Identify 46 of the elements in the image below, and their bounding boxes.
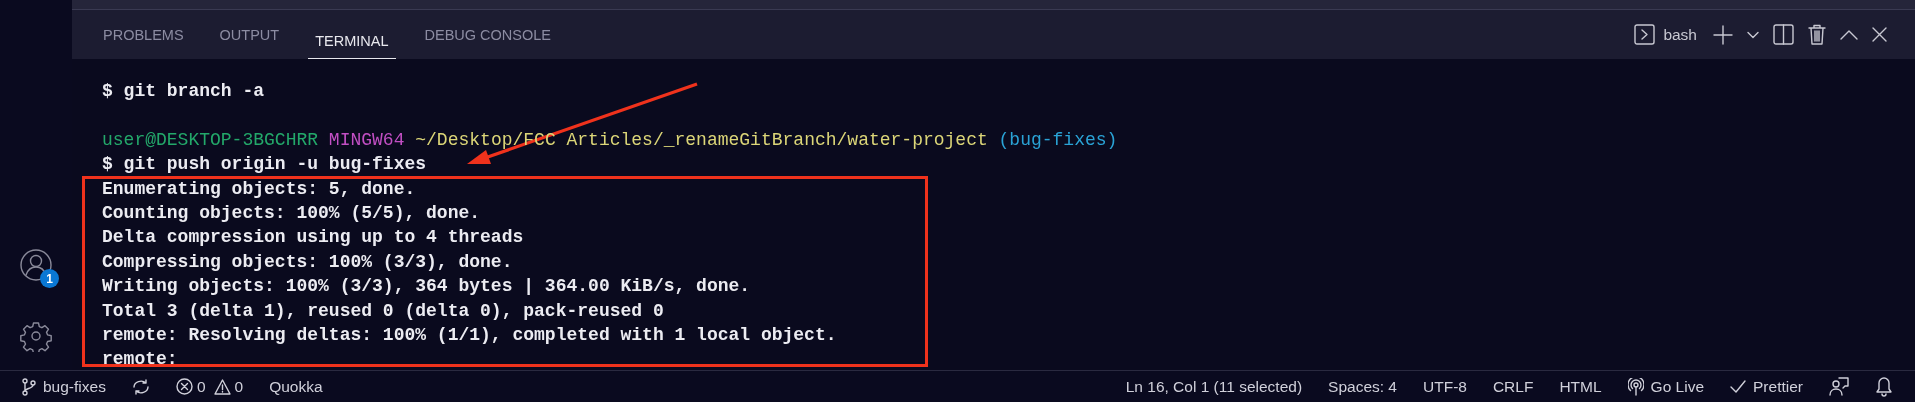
plus-icon[interactable]: [1713, 24, 1733, 45]
output-line: Writing objects: 100% (3/3), 364 bytes | 364.00 KiB/s, done.: [102, 275, 751, 299]
notification-badge: 1: [40, 269, 59, 288]
prettier-status[interactable]: Prettier: [1753, 377, 1803, 396]
panel-tab[interactable]: DEBUG CONSOLE: [417, 10, 559, 59]
output-line: remote:: [102, 348, 178, 370]
status-item[interactable]: UTF-8: [1423, 377, 1467, 396]
warning-count[interactable]: 0: [234, 377, 244, 396]
panel-tab[interactable]: PROBLEMS: [96, 10, 191, 59]
chevron-down-icon[interactable]: [1747, 30, 1759, 39]
chevron-up-icon[interactable]: [1840, 29, 1858, 40]
warning-icon[interactable]: [213, 378, 231, 395]
command-line: $ git branch -a: [102, 80, 265, 103]
output-line: Enumerating objects: 5, done.: [102, 177, 416, 201]
status-item[interactable]: Spaces: 4: [1328, 377, 1397, 396]
prompt-text: MINGW64: [328, 128, 405, 152]
status-item[interactable]: Ln 16, Col 1 (11 selected): [1125, 377, 1303, 396]
output-line: Compressing objects: 100% (3/3), done.: [102, 250, 513, 274]
shell-name[interactable]: bash: [1663, 25, 1697, 44]
command-line: $ git push origin -u bug-fixes: [102, 153, 427, 177]
status-item[interactable]: CRLF: [1492, 377, 1534, 396]
bell-icon[interactable]: [1875, 376, 1893, 397]
status-item[interactable]: HTML: [1559, 377, 1602, 396]
branch-name[interactable]: bug-fixes: [43, 377, 106, 396]
panel-tab[interactable]: OUTPUT: [212, 10, 287, 59]
prompt-text: user@DESKTOP-3BGCHRR: [102, 128, 319, 152]
check-icon[interactable]: [1730, 379, 1747, 394]
feedback-icon[interactable]: [1829, 376, 1849, 397]
output-line: Counting objects: 100% (5/5), done.: [102, 202, 481, 225]
sync-icon[interactable]: [131, 378, 150, 395]
settings-icon[interactable]: [20, 320, 52, 352]
broadcast-icon[interactable]: [1627, 377, 1644, 396]
error-icon[interactable]: [175, 378, 193, 395]
trash-icon[interactable]: [1808, 24, 1826, 45]
terminal-icon[interactable]: [1634, 24, 1656, 45]
status-item[interactable]: Quokka: [269, 377, 323, 396]
output-line: remote: Resolving deltas: 100% (1/1), completed with 1 local object.: [102, 324, 837, 348]
prompt-text: (bug-fixes): [998, 128, 1118, 152]
split-icon[interactable]: [1773, 24, 1794, 45]
output-line: Delta compression using up to 4 threads: [102, 226, 524, 250]
accounts-icon[interactable]: [19, 248, 53, 282]
error-count[interactable]: 0: [196, 377, 206, 396]
close-icon[interactable]: [1872, 27, 1887, 42]
output-line: Total 3 (delta 1), reused 0 (delta 0), pack-reused 0: [102, 299, 664, 323]
branch-icon[interactable]: [22, 377, 36, 396]
go-live[interactable]: Go Live: [1650, 377, 1705, 396]
